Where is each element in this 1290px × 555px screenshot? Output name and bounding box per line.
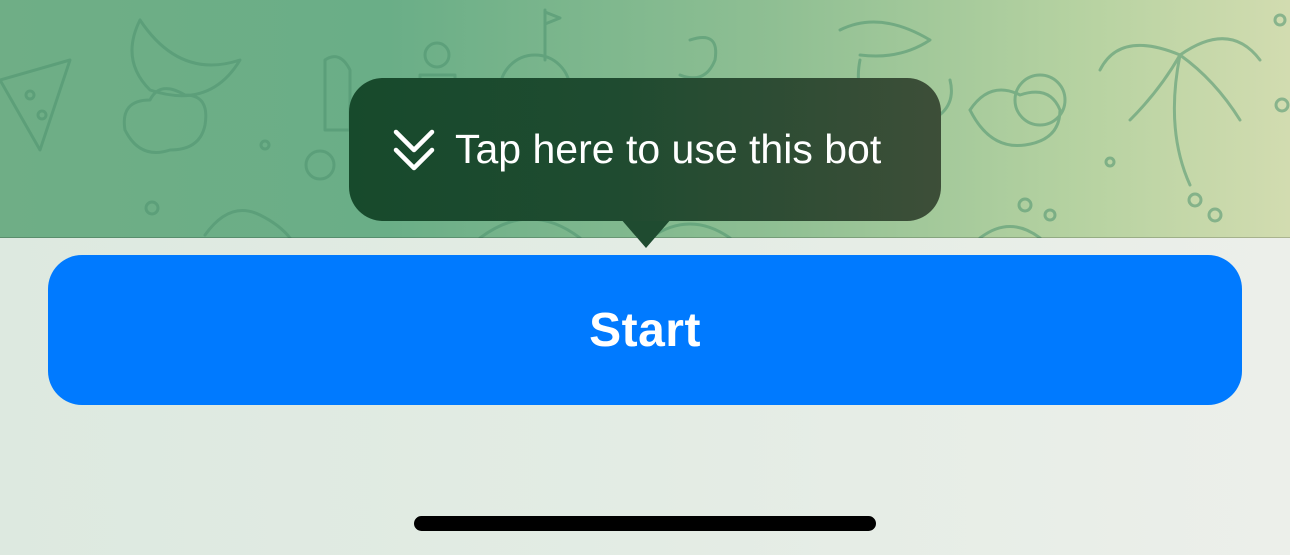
start-button[interactable]: Start <box>48 255 1242 405</box>
tooltip-tail <box>620 218 672 248</box>
chat-screen: Start Tap here to use this bot <box>0 0 1290 555</box>
double-chevron-down-icon <box>391 126 437 176</box>
tooltip-text: Tap here to use this bot <box>455 126 882 172</box>
bot-start-tooltip: Tap here to use this bot <box>349 78 941 221</box>
home-indicator[interactable] <box>414 516 876 531</box>
